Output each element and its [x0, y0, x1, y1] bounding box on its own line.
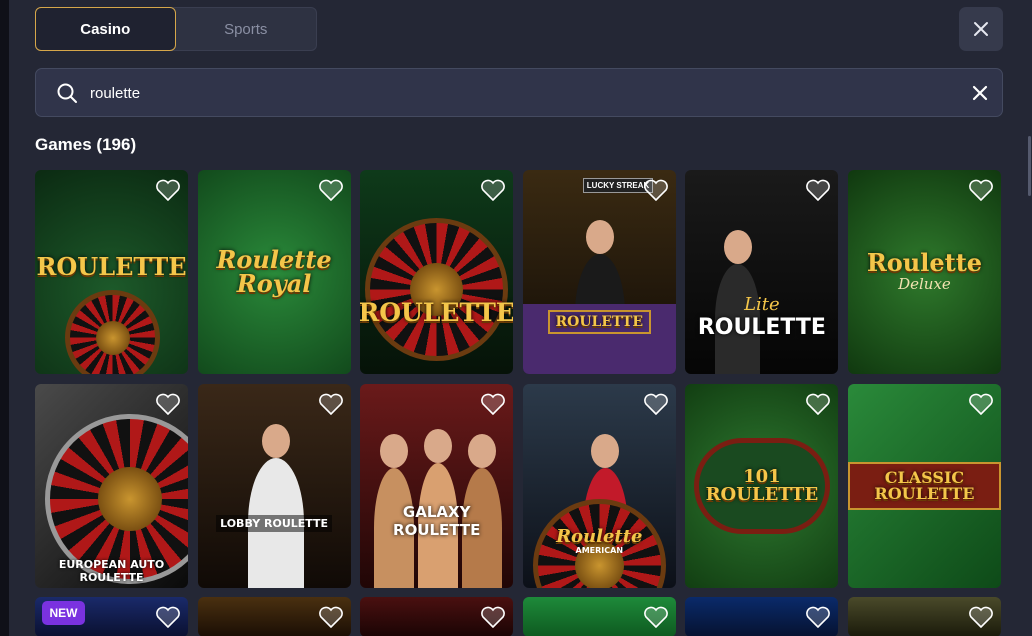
tab-casino[interactable]: Casino [35, 7, 176, 51]
heart-icon[interactable] [155, 393, 181, 415]
close-button[interactable] [959, 7, 1003, 51]
clear-search-icon[interactable] [971, 84, 989, 102]
search-bar [35, 68, 1003, 117]
heart-icon[interactable] [805, 179, 831, 201]
game-tile[interactable]: CLASSIC ROULETTE [847, 384, 1001, 588]
game-tile[interactable]: LUCKY STREAK ROULETTE [522, 170, 676, 374]
heart-icon[interactable] [155, 606, 181, 628]
game-tile[interactable]: Roulette Royal [197, 170, 351, 374]
close-icon [974, 22, 988, 36]
search-input[interactable] [90, 79, 950, 107]
game-tile[interactable]: NEW [35, 597, 188, 636]
games-grid: ROULETTE Roulette Royal ROULETTE LUCKY S… [35, 170, 1001, 588]
heart-icon[interactable] [968, 393, 994, 415]
heart-icon[interactable] [968, 179, 994, 201]
heart-icon[interactable] [480, 393, 506, 415]
game-tile[interactable]: Roulette Deluxe [847, 170, 1001, 374]
heart-icon[interactable] [805, 393, 831, 415]
heart-icon[interactable] [643, 606, 669, 628]
new-badge: NEW [42, 601, 85, 625]
background-page-edge [0, 0, 9, 636]
heart-icon[interactable] [318, 393, 344, 415]
game-tile[interactable]: 101 ROULETTE [685, 384, 839, 588]
game-tile[interactable]: ROULETTE [35, 170, 188, 374]
search-icon [57, 83, 77, 103]
results-title: Games (196) [35, 135, 137, 154]
game-tile[interactable] [197, 597, 351, 636]
game-tile[interactable]: Lite ROULETTE [685, 170, 839, 374]
heart-icon[interactable] [480, 606, 506, 628]
scrollbar[interactable] [1028, 136, 1031, 196]
games-grid-row-partial: NEW [35, 597, 1001, 636]
game-tile[interactable]: Roulette AMERICAN [522, 384, 676, 588]
game-tile[interactable] [522, 597, 676, 636]
heart-icon[interactable] [643, 393, 669, 415]
game-tile[interactable]: EUROPEAN AUTO ROULETTE [35, 384, 188, 588]
heart-icon[interactable] [480, 179, 506, 201]
tab-sports[interactable]: Sports [176, 8, 317, 50]
game-tile[interactable] [685, 597, 839, 636]
heart-icon[interactable] [968, 606, 994, 628]
heart-icon[interactable] [318, 606, 344, 628]
game-tile[interactable] [847, 597, 1001, 636]
game-tile[interactable]: ROULETTE [360, 170, 514, 374]
search-panel: Casino Sports Games (196) ROULETTE [9, 0, 1032, 636]
heart-icon[interactable] [155, 179, 181, 201]
game-tile[interactable] [360, 597, 514, 636]
heart-icon[interactable] [318, 179, 344, 201]
heart-icon[interactable] [643, 179, 669, 201]
game-tile[interactable]: LOBBY ROULETTE [197, 384, 351, 588]
game-tile[interactable]: GALAXY ROULETTE [360, 384, 514, 588]
heart-icon[interactable] [805, 606, 831, 628]
category-tabs: Casino Sports [35, 7, 317, 51]
